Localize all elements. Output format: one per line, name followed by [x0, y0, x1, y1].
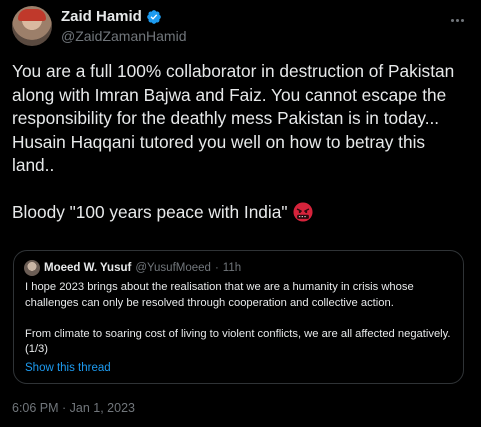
quoted-author-avatar — [24, 260, 40, 276]
author-handle[interactable]: @ZaidZamanHamid — [61, 28, 186, 44]
tweet-timestamp[interactable]: 6:06 PM · Jan 1, 2023 — [12, 401, 135, 415]
author-display-name[interactable]: Zaid Hamid — [61, 8, 142, 25]
tweet-closing-text: Bloody "100 years peace with India" — [12, 202, 288, 222]
tweet: Zaid Hamid @ZaidZamanHamid You are a ful… — [0, 0, 481, 427]
verified-badge-icon — [147, 9, 161, 24]
show-thread-link[interactable]: Show this thread — [25, 362, 111, 374]
author-name-row: Zaid Hamid — [61, 8, 162, 25]
quoted-separator: · — [214, 262, 219, 274]
quoted-tweet-header: Moeed W. Yusuf @YusufMoeed · 11h — [24, 260, 241, 276]
quoted-author-handle: @YusufMoeed — [135, 262, 211, 274]
quoted-tweet-text: I hope 2023 brings about the realisation… — [25, 280, 455, 358]
quoted-paragraph: From climate to soaring cost of living t… — [25, 327, 451, 356]
tweet-paragraph: Husain Haqqani tutored you well on how t… — [12, 131, 426, 176]
quoted-time: 11h — [222, 262, 242, 274]
tweet-closing-line: Bloody "100 years peace with India" — [12, 201, 472, 225]
quoted-paragraph: I hope 2023 brings about the realisation… — [25, 281, 414, 309]
quoted-tweet-card[interactable]: Moeed W. Yusuf @YusufMoeed · 11h I hope … — [13, 250, 464, 384]
author-avatar[interactable] — [12, 6, 52, 46]
more-options-icon[interactable] — [447, 10, 467, 30]
tweet-paragraph: You are a full 100% collaborator in dest… — [12, 61, 455, 128]
tweet-text: You are a full 100% collaborator in dest… — [12, 60, 472, 225]
quoted-author-name: Moeed W. Yusuf — [44, 262, 132, 274]
angry-face-with-symbols-emoji — [292, 202, 313, 222]
